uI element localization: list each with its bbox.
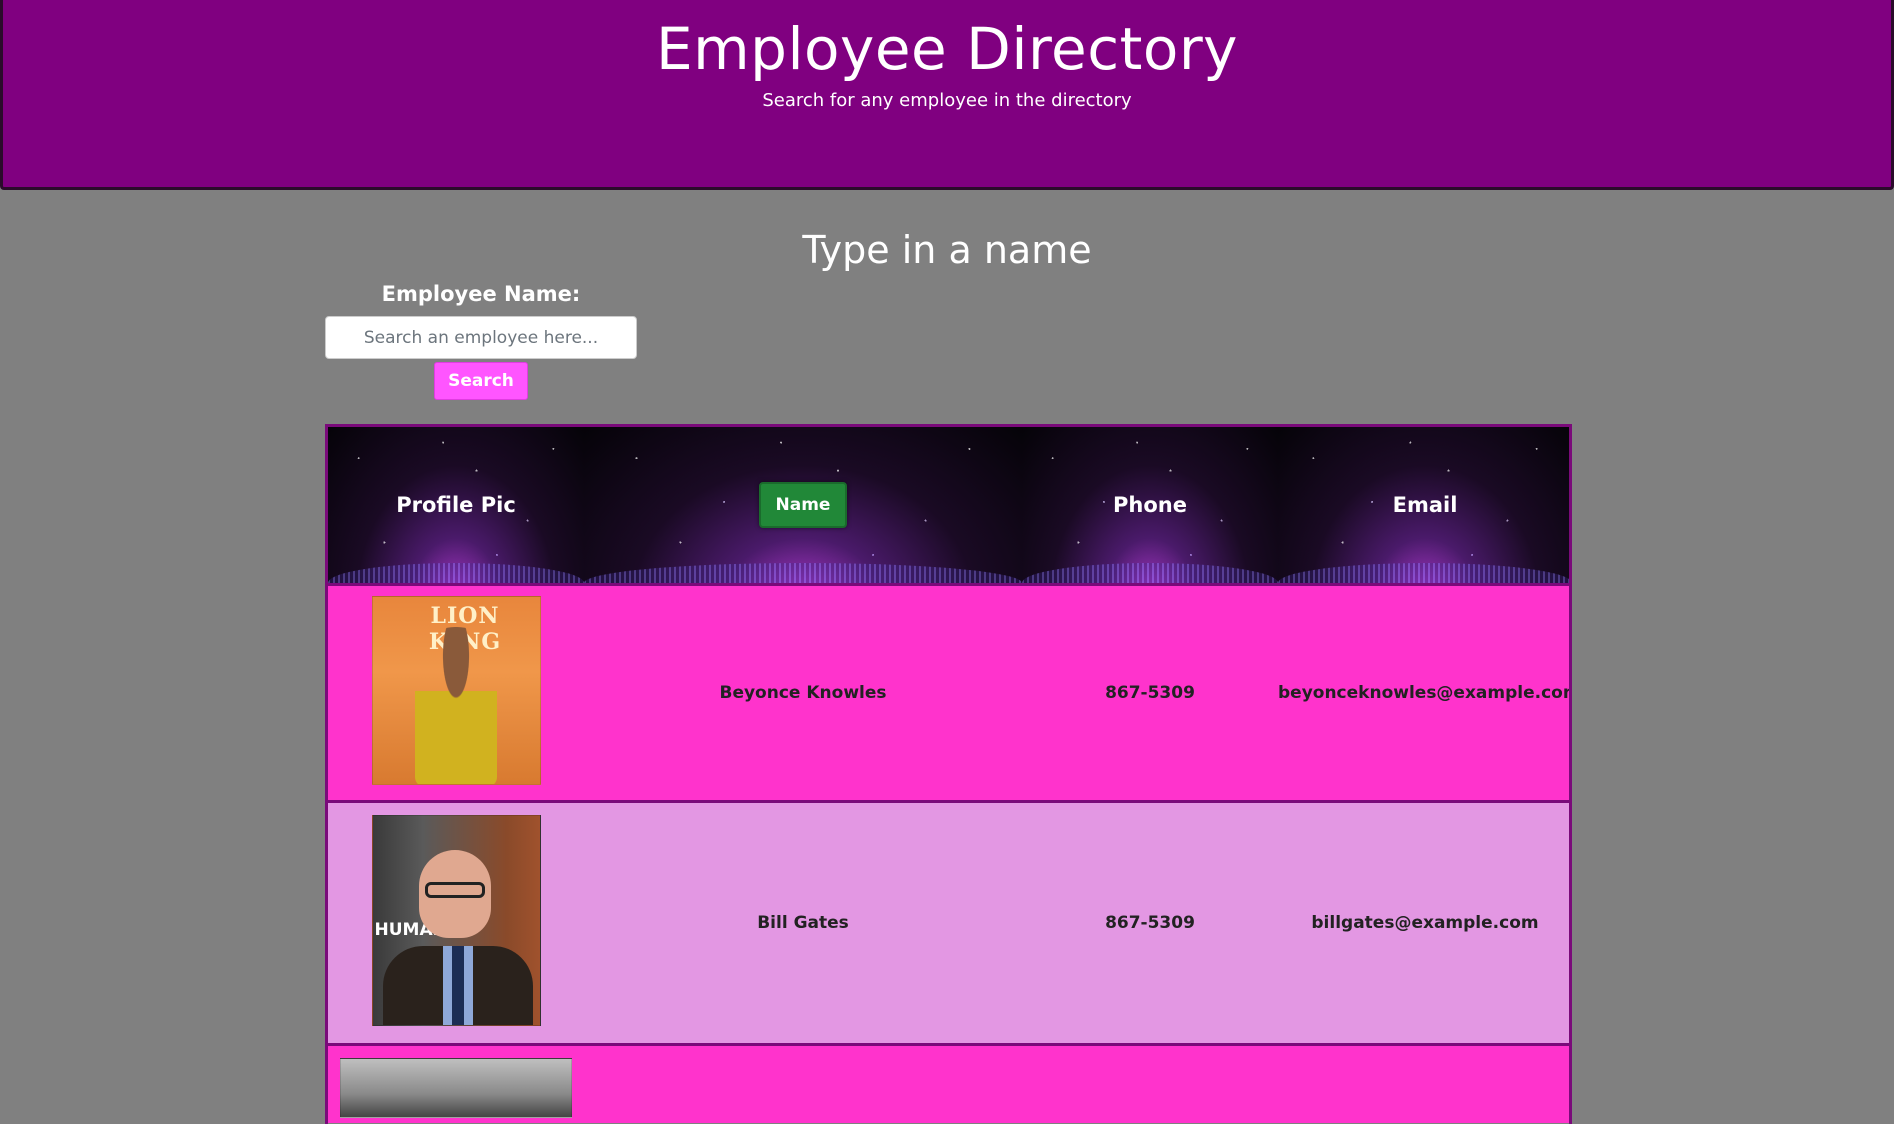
page-subtitle: Search for any employee in the directory — [762, 90, 1132, 111]
employee-phone: 867-5309 — [1105, 682, 1195, 703]
employee-phone — [1022, 1044, 1278, 1123]
table-header-row: Profile Pic Name Phone Email — [328, 427, 1569, 584]
search-input[interactable] — [325, 316, 637, 359]
column-header-name: Name — [584, 427, 1022, 584]
profile-pic-cell: LION KING — [328, 584, 584, 801]
table-row: HUMAN ES Bill Gates 867-5309 billgates@e… — [328, 801, 1569, 1044]
employee-email: beyonceknowles@example.com — [1278, 682, 1572, 703]
sort-by-name-button[interactable]: Name — [758, 481, 848, 528]
search-form: Employee Name: Search — [325, 282, 637, 400]
profile-pic-cell — [328, 1044, 584, 1123]
column-header-profile-pic: Profile Pic — [328, 427, 584, 584]
table-row — [328, 1044, 1569, 1123]
column-header-phone: Phone — [1022, 427, 1278, 584]
employee-name — [584, 1044, 1022, 1123]
profile-photo: HUMAN ES — [371, 814, 541, 1026]
employee-table: Profile Pic Name Phone Email LION Beyonc… — [325, 424, 1572, 1124]
employee-phone: 867-5309 — [1105, 912, 1195, 933]
employee-name: Bill Gates — [757, 912, 849, 933]
profile-photo: LION KING — [371, 595, 541, 785]
employee-email — [1278, 1044, 1569, 1123]
photo-glasses — [424, 881, 485, 898]
table-row: LION KING Beyonce Knowles 867-5309 beyon… — [328, 584, 1572, 801]
employee-email: billgates@example.com — [1311, 912, 1539, 933]
profile-photo — [340, 1057, 572, 1118]
page-header: Employee Directory Search for any employ… — [0, 0, 1894, 190]
search-heading: Type in a name — [802, 228, 1092, 272]
employee-name-label: Employee Name: — [381, 282, 581, 306]
photo-suit — [382, 945, 533, 1025]
column-header-email: Email — [1278, 427, 1569, 584]
search-button[interactable]: Search — [434, 362, 528, 400]
employee-name: Beyonce Knowles — [719, 682, 887, 703]
profile-pic-cell: HUMAN ES — [328, 801, 584, 1044]
photo-figure — [414, 626, 497, 784]
page-title: Employee Directory — [655, 15, 1238, 83]
